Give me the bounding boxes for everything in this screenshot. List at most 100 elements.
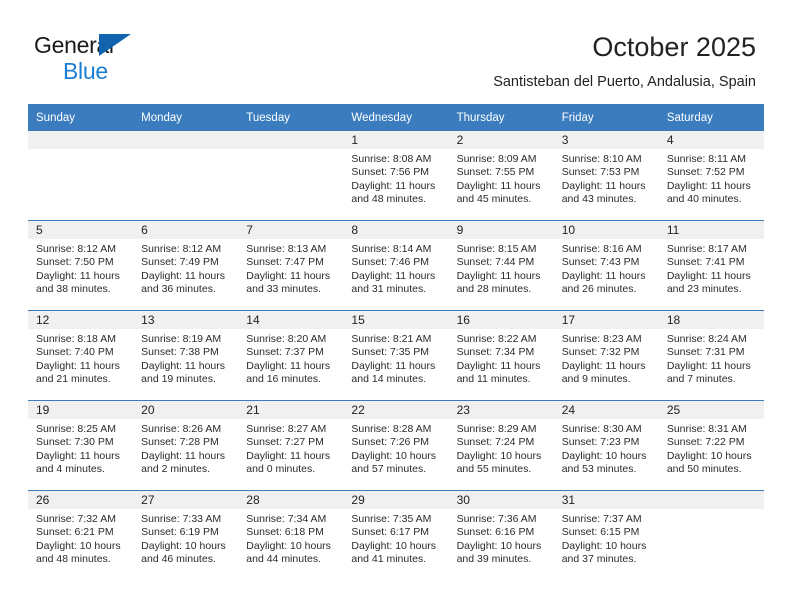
- calendar-day-cell[interactable]: 29 Sunrise: 7:35 AM Sunset: 6:17 PM Dayligh…: [343, 490, 449, 580]
- calendar-week-row: 5 Sunrise: 8:12 AM Sunset: 7:50 PM Daylight…: [28, 220, 764, 311]
- day-info-line: and 26 minutes.: [561, 282, 637, 295]
- calendar-day-cell[interactable]: 24 Sunrise: 8:30 AM Sunset: 7:23 PM Dayligh…: [553, 400, 659, 491]
- calendar-day-cell[interactable]: 11 Sunrise: 8:17 AM Sunset: 7:41 PM Dayligh…: [658, 220, 764, 311]
- day-sun-info: Sunrise: 8:27 AM Sunset: 7:27 PM Daylight:…: [238, 419, 343, 476]
- day-info-line: and 48 minutes.: [351, 192, 427, 205]
- day-sun-info: Sunrise: 8:30 AM Sunset: 7:23 PM Daylight:…: [554, 419, 659, 476]
- day-info-line: Daylight: 11 hours: [666, 359, 751, 372]
- weekday-header-row: Sunday Monday Tuesday Wednesday Thursday Frid…: [28, 104, 764, 131]
- day-info-line: Sunrise: 8:24 AM: [666, 333, 747, 345]
- day-info-line: Sunset: 7:47 PM: [246, 256, 324, 269]
- calendar-day-cell[interactable]: 2 Sunrise: 8:09 AM Sunset: 7:55 PM Daylight…: [448, 131, 554, 221]
- day-info-line: Daylight: 10 hours: [246, 539, 331, 552]
- day-info-line: Sunrise: 8:21 AM: [351, 333, 432, 345]
- day-info-line: Sunrise: 8:14 AM: [351, 243, 432, 255]
- title-block: October 2025 Santisteban del Puerto, And…: [493, 30, 756, 92]
- calendar-day-cell[interactable]: 20 Sunrise: 8:26 AM Sunset: 7:28 PM Dayligh…: [133, 400, 239, 491]
- day-number: [658, 491, 764, 509]
- day-info-line: Daylight: 11 hours: [456, 359, 541, 372]
- day-number: 11: [658, 221, 764, 239]
- day-info-line: Daylight: 11 hours: [456, 269, 541, 282]
- day-info-line: Sunset: 6:21 PM: [36, 526, 114, 539]
- calendar-day-cell[interactable]: 7 Sunrise: 8:13 AM Sunset: 7:47 PM Daylight…: [238, 220, 344, 311]
- day-number: 15: [343, 311, 449, 329]
- calendar-day-cell[interactable]: 16 Sunrise: 8:22 AM Sunset: 7:34 PM Dayligh…: [448, 310, 554, 401]
- calendar-day-cell[interactable]: 27 Sunrise: 7:33 AM Sunset: 6:19 PM Dayligh…: [133, 490, 239, 580]
- calendar-day-cell[interactable]: 8 Sunrise: 8:14 AM Sunset: 7:46 PM Daylight…: [343, 220, 449, 311]
- day-info-line: Sunset: 7:44 PM: [456, 256, 535, 269]
- calendar-day-cell[interactable]: 10 Sunrise: 8:16 AM Sunset: 7:43 PM Dayligh…: [553, 220, 659, 311]
- calendar-day-cell-empty: [133, 131, 239, 221]
- day-info-line: Sunrise: 7:33 AM: [141, 513, 222, 525]
- calendar-day-cell[interactable]: 26 Sunrise: 7:32 AM Sunset: 6:21 PM Dayligh…: [28, 490, 134, 580]
- day-info-line: Daylight: 11 hours: [561, 179, 646, 192]
- calendar-day-cell[interactable]: 17 Sunrise: 8:23 AM Sunset: 7:32 PM Dayligh…: [553, 310, 659, 401]
- calendar-day-cell[interactable]: 9 Sunrise: 8:15 AM Sunset: 7:44 PM Daylight…: [448, 220, 554, 311]
- day-info-line: Sunset: 7:28 PM: [141, 436, 219, 449]
- day-info-line: and 57 minutes.: [351, 462, 427, 475]
- day-info-line: Sunrise: 8:18 AM: [36, 333, 116, 345]
- calendar-day-cell[interactable]: 28 Sunrise: 7:34 AM Sunset: 6:18 PM Dayligh…: [238, 490, 344, 580]
- day-info-line: Sunrise: 8:19 AM: [141, 333, 222, 345]
- day-number: 14: [238, 311, 344, 329]
- day-info-line: Sunset: 7:40 PM: [36, 346, 114, 359]
- calendar-day-cell[interactable]: 4 Sunrise: 8:11 AM Sunset: 7:52 PM Daylight…: [658, 131, 764, 221]
- day-sun-info: Sunrise: 8:25 AM Sunset: 7:30 PM Daylight:…: [28, 419, 133, 476]
- day-number: 17: [553, 311, 659, 329]
- day-info-line: Sunset: 7:35 PM: [351, 346, 430, 359]
- day-sun-info: Sunrise: 8:16 AM Sunset: 7:43 PM Daylight:…: [554, 239, 659, 296]
- day-info-line: Sunrise: 8:20 AM: [246, 333, 327, 345]
- day-info-line: and 48 minutes.: [36, 552, 111, 565]
- day-info-line: Sunrise: 7:35 AM: [351, 513, 432, 525]
- day-sun-info: Sunrise: 8:09 AM Sunset: 7:55 PM Daylight:…: [449, 149, 554, 206]
- calendar-day-cell[interactable]: 22 Sunrise: 8:28 AM Sunset: 7:26 PM Dayligh…: [343, 400, 449, 491]
- page-header: General Blue October 2025 Santisteban de…: [0, 0, 792, 98]
- day-info-line: Sunset: 7:23 PM: [561, 436, 640, 449]
- day-info-line: Sunrise: 8:13 AM: [246, 243, 327, 255]
- day-info-line: and 45 minutes.: [456, 192, 532, 205]
- day-info-line: Sunrise: 8:08 AM: [351, 153, 432, 165]
- calendar-day-cell[interactable]: 21 Sunrise: 8:27 AM Sunset: 7:27 PM Dayligh…: [238, 400, 344, 491]
- day-info-line: Sunset: 7:53 PM: [561, 166, 640, 179]
- calendar-day-cell[interactable]: 6 Sunrise: 8:12 AM Sunset: 7:49 PM Daylight…: [133, 220, 239, 311]
- day-info-line: Sunrise: 8:15 AM: [456, 243, 537, 255]
- calendar-day-cell[interactable]: 18 Sunrise: 8:24 AM Sunset: 7:31 PM Dayligh…: [658, 310, 764, 401]
- calendar-day-cell[interactable]: 25 Sunrise: 8:31 AM Sunset: 7:22 PM Dayligh…: [658, 400, 764, 491]
- calendar-day-cell[interactable]: 3 Sunrise: 8:10 AM Sunset: 7:53 PM Daylight…: [553, 131, 659, 221]
- day-info-line: Daylight: 11 hours: [666, 269, 751, 282]
- day-info-line: Daylight: 11 hours: [351, 269, 436, 282]
- day-info-line: Sunrise: 8:26 AM: [141, 423, 222, 435]
- day-info-line: Daylight: 10 hours: [666, 449, 752, 462]
- day-number: 31: [553, 491, 659, 509]
- calendar-day-cell[interactable]: 15 Sunrise: 8:21 AM Sunset: 7:35 PM Dayligh…: [343, 310, 449, 401]
- day-info-line: Sunset: 7:38 PM: [141, 346, 219, 359]
- day-sun-info: Sunrise: 8:26 AM Sunset: 7:28 PM Daylight:…: [133, 419, 238, 476]
- day-info-line: Daylight: 11 hours: [246, 269, 331, 282]
- weekday-header-wednesday: Wednesday: [343, 104, 449, 131]
- calendar-day-cell-empty: [238, 131, 344, 221]
- day-info-line: Sunrise: 7:37 AM: [561, 513, 642, 525]
- day-info-line: and 53 minutes.: [561, 462, 637, 475]
- day-info-line: Sunset: 7:34 PM: [456, 346, 535, 359]
- day-info-line: and 55 minutes.: [456, 462, 532, 475]
- day-info-line: Daylight: 10 hours: [351, 539, 437, 552]
- day-info-line: Daylight: 10 hours: [351, 449, 437, 462]
- calendar-day-cell[interactable]: 19 Sunrise: 8:25 AM Sunset: 7:30 PM Dayligh…: [28, 400, 134, 491]
- day-info-line: Daylight: 10 hours: [561, 539, 647, 552]
- day-number: 23: [448, 401, 554, 419]
- calendar-day-cell[interactable]: 14 Sunrise: 8:20 AM Sunset: 7:37 PM Dayligh…: [238, 310, 344, 401]
- calendar-day-cell[interactable]: 12 Sunrise: 8:18 AM Sunset: 7:40 PM Dayligh…: [28, 310, 134, 401]
- calendar-day-cell[interactable]: 1 Sunrise: 8:08 AM Sunset: 7:56 PM Daylight…: [343, 131, 449, 221]
- day-info-line: Daylight: 10 hours: [141, 539, 226, 552]
- day-sun-info: Sunrise: 8:21 AM Sunset: 7:35 PM Daylight:…: [343, 329, 448, 386]
- calendar-day-cell[interactable]: 23 Sunrise: 8:29 AM Sunset: 7:24 PM Dayligh…: [448, 400, 554, 491]
- day-number: 1: [343, 131, 449, 149]
- calendar-day-cell[interactable]: 30 Sunrise: 7:36 AM Sunset: 6:16 PM Dayligh…: [448, 490, 554, 580]
- calendar-day-cell[interactable]: 5 Sunrise: 8:12 AM Sunset: 7:50 PM Daylight…: [28, 220, 134, 311]
- calendar-day-cell[interactable]: 13 Sunrise: 8:19 AM Sunset: 7:38 PM Dayligh…: [133, 310, 239, 401]
- day-info-line: Daylight: 10 hours: [456, 449, 542, 462]
- brand-logo[interactable]: General Blue: [34, 32, 264, 88]
- day-info-line: Daylight: 11 hours: [36, 359, 120, 372]
- calendar-day-cell[interactable]: 31 Sunrise: 7:37 AM Sunset: 6:15 PM Dayligh…: [553, 490, 659, 580]
- day-info-line: Sunset: 6:19 PM: [141, 526, 219, 539]
